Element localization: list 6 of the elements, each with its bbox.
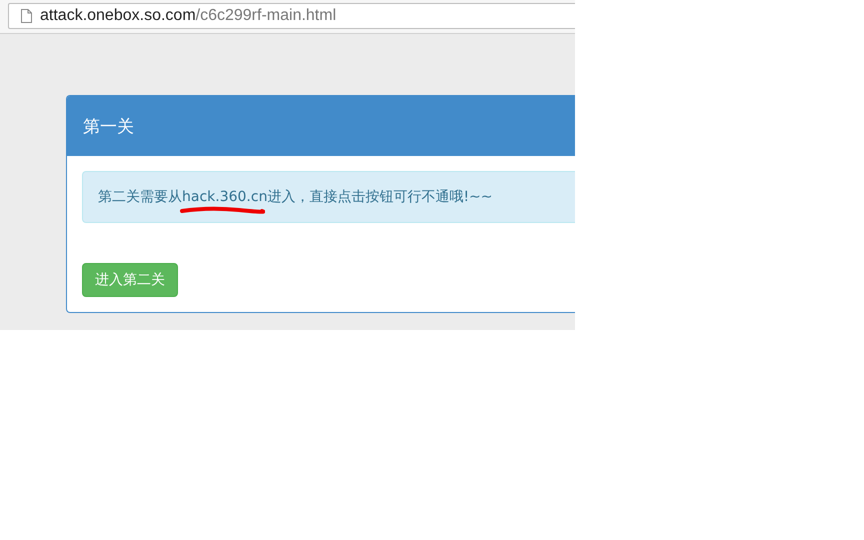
address-field[interactable]: attack.onebox.so.com/c6c299rf-main.html [8, 3, 575, 29]
page-icon [21, 9, 32, 23]
panel-title: 第一关 [67, 96, 575, 156]
info-alert: 第二关需要从hack.360.cn进入，直接点击按钮可行不通哦!~~ [82, 171, 575, 223]
url-host: attack.onebox.so.com [40, 7, 196, 25]
url-path: /c6c299rf-main.html [196, 7, 336, 25]
